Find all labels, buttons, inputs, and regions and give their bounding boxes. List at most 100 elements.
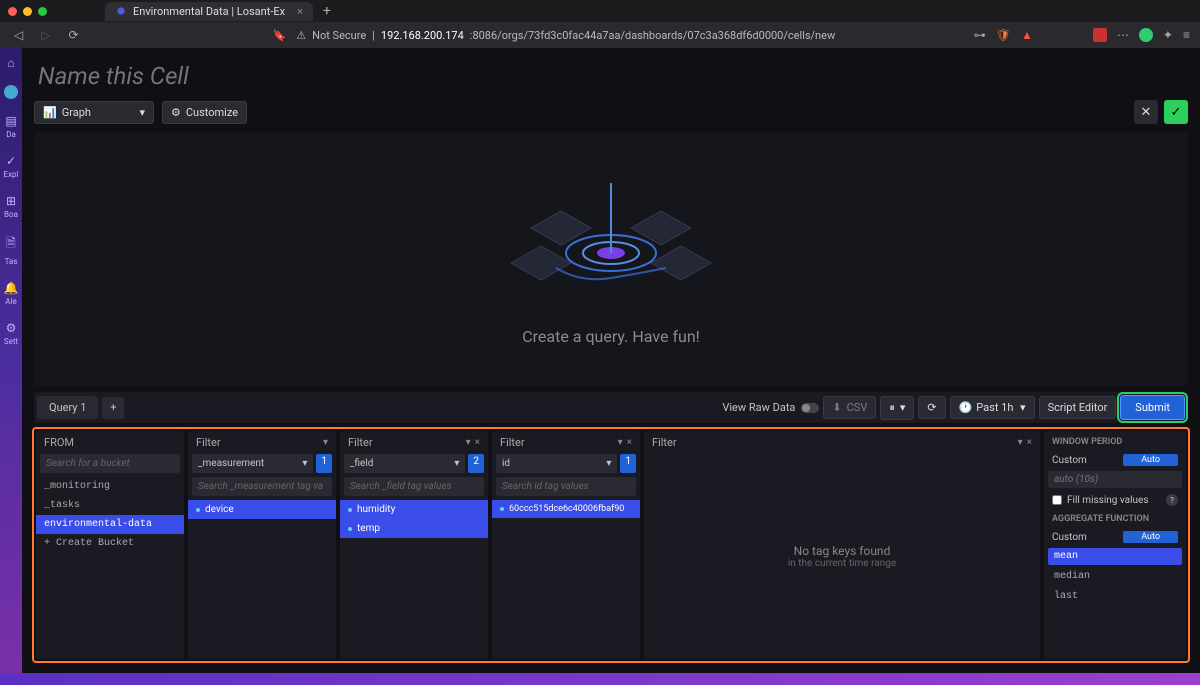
chevron-down-icon[interactable]: ▾ xyxy=(618,437,623,448)
fill-missing-checkbox[interactable]: Fill missing values ? xyxy=(1048,491,1182,509)
custom-label[interactable]: Custom xyxy=(1052,532,1087,543)
filter-search-input[interactable] xyxy=(344,477,484,496)
home-icon: ⌂ xyxy=(7,56,14,70)
bell-icon: 🔔 xyxy=(4,281,19,295)
sidebar-tasks[interactable]: 🗎Tas xyxy=(5,234,18,266)
security-text: Not Secure xyxy=(312,29,366,42)
pause-button[interactable]: ⏸▾ xyxy=(880,396,914,420)
time-range-dropdown[interactable]: 🕐Past 1h ▾ xyxy=(950,396,1035,419)
agg-mean[interactable]: mean xyxy=(1048,548,1182,565)
cell-title-input[interactable] xyxy=(34,56,434,100)
tag-key-selector[interactable]: _field▾ xyxy=(344,454,465,473)
auto-button[interactable]: Auto xyxy=(1123,531,1178,543)
agg-last[interactable]: last xyxy=(1048,588,1182,605)
url-path: :8086/orgs/73fd3c0fac44a7aa/dashboards/0… xyxy=(470,29,835,42)
no-tag-keys-sub: in the current time range xyxy=(788,558,896,569)
ext-dots-icon[interactable]: ⋯ xyxy=(1117,28,1129,42)
refresh-button[interactable]: ⟳ xyxy=(918,396,945,419)
export-csv-button[interactable]: ⬇ CSV xyxy=(823,396,876,419)
maximize-window-icon[interactable] xyxy=(38,7,47,16)
sidebar-alerts[interactable]: 🔔Ale xyxy=(4,281,19,306)
sidebar-explore[interactable]: ✓Expl xyxy=(4,154,19,179)
reload-button[interactable]: ⟳ xyxy=(64,26,82,44)
bucket-search-input[interactable] xyxy=(40,454,180,473)
puzzle-icon[interactable]: ✦ xyxy=(1163,28,1173,42)
forward-button[interactable]: ▷ xyxy=(37,26,54,44)
bucket-item-tasks[interactable]: _tasks xyxy=(36,496,184,515)
bucket-item-environmental[interactable]: environmental-data xyxy=(36,515,184,534)
view-raw-data-toggle[interactable]: View Raw Data xyxy=(722,401,819,414)
browser-tab[interactable]: Environmental Data | Losant-Ex × xyxy=(105,2,313,21)
chevron-down-icon: ▾ xyxy=(1020,401,1026,414)
sidebar-boards[interactable]: ⊞Boa xyxy=(4,194,18,219)
checkbox-icon[interactable] xyxy=(1052,495,1062,505)
sidebar: ⌂ ▤Da ✓Expl ⊞Boa 🗎Tas 🔔Ale ⚙Sett xyxy=(0,48,22,673)
viz-type-dropdown[interactable]: 📊Graph ▾ xyxy=(34,101,154,124)
sidebar-home[interactable]: ⌂ xyxy=(7,56,14,70)
extension-icons: ⊶ 🛡 ▲ ⋯ ✦ ≡ xyxy=(974,28,1190,42)
sidebar-user[interactable] xyxy=(4,85,18,99)
sidebar-data[interactable]: ▤Da xyxy=(5,114,16,139)
ext-green-icon[interactable] xyxy=(1139,28,1153,42)
url-bar[interactable]: ⚠ Not Secure | 192.168.200.174 :8086/org… xyxy=(296,29,964,42)
filter-column-empty: Filter ▾× No tag keys found in the curre… xyxy=(644,431,1040,659)
filter-header: Filter ▾× xyxy=(492,431,640,454)
graph-icon: 📊 xyxy=(43,106,57,119)
customize-button[interactable]: ⚙ Customize xyxy=(162,101,247,124)
security-warning-icon: ⚠ xyxy=(296,29,306,42)
menu-icon[interactable]: ≡ xyxy=(1183,28,1190,42)
script-editor-button[interactable]: Script Editor xyxy=(1039,396,1117,419)
filter-search-input[interactable] xyxy=(192,477,332,496)
ext-red-icon[interactable] xyxy=(1093,28,1107,42)
no-tag-keys-text: No tag keys found xyxy=(794,544,891,558)
tag-value-device[interactable]: device xyxy=(188,500,336,519)
create-bucket-button[interactable]: + Create Bucket xyxy=(36,534,184,553)
query-tab[interactable]: Query 1 xyxy=(37,396,98,419)
cancel-button[interactable]: ✕ xyxy=(1134,100,1158,124)
filter-search-input[interactable] xyxy=(496,477,636,496)
main-panel: 📊Graph ▾ ⚙ Customize ✕ ✓ xyxy=(22,48,1200,673)
close-icon[interactable]: × xyxy=(475,437,480,448)
close-icon[interactable]: × xyxy=(627,437,632,448)
chevron-down-icon[interactable]: ▾ xyxy=(323,437,328,448)
sidebar-settings[interactable]: ⚙Sett xyxy=(4,321,18,346)
submit-button[interactable]: Submit xyxy=(1120,395,1185,420)
download-icon: ⬇ xyxy=(832,401,841,414)
bookmark-icon[interactable]: 🔖 xyxy=(273,29,287,42)
chevron-down-icon[interactable]: ▾ xyxy=(466,437,471,448)
viz-placeholder-text: Create a query. Have fun! xyxy=(522,327,700,346)
close-tab-icon[interactable]: × xyxy=(297,5,303,18)
check-icon: ✓ xyxy=(1171,105,1182,120)
shield-icon[interactable]: 🛡 xyxy=(996,28,1011,42)
back-button[interactable]: ◁ xyxy=(10,26,27,44)
close-icon[interactable]: × xyxy=(1027,437,1032,448)
tag-value-humidity[interactable]: humidity xyxy=(340,500,488,519)
minimize-window-icon[interactable] xyxy=(23,7,32,16)
dot-icon xyxy=(196,508,200,512)
tag-key-selector[interactable]: id▾ xyxy=(496,454,617,473)
key-icon[interactable]: ⊶ xyxy=(974,28,986,42)
new-tab-button[interactable]: + xyxy=(323,3,331,19)
help-icon[interactable]: ? xyxy=(1166,494,1178,506)
tag-value-id[interactable]: 60ccc515dce6c40006fbaf90 xyxy=(492,500,640,518)
window-period-header: WINDOW PERIOD xyxy=(1048,435,1182,449)
bucket-item-monitoring[interactable]: _monitoring xyxy=(36,477,184,496)
from-column: FROM _monitoring _tasks environmental-da… xyxy=(36,431,184,659)
brave-icon[interactable]: ▲ xyxy=(1021,28,1033,42)
period-input[interactable] xyxy=(1048,471,1182,488)
gear-icon: ⚙ xyxy=(171,106,181,119)
agg-median[interactable]: median xyxy=(1048,568,1182,585)
filter-header: Filter ▾× xyxy=(340,431,488,454)
auto-button[interactable]: Auto xyxy=(1123,454,1178,466)
tag-key-selector[interactable]: _measurement▾ xyxy=(192,454,313,473)
filter-column-measurement: Filter ▾ _measurement▾ 1 device xyxy=(188,431,336,659)
chevron-down-icon[interactable]: ▾ xyxy=(1018,437,1023,448)
url-host: 192.168.200.174 xyxy=(381,29,464,42)
custom-label[interactable]: Custom xyxy=(1052,455,1087,466)
close-window-icon[interactable] xyxy=(8,7,17,16)
add-query-button[interactable]: + xyxy=(102,397,124,419)
data-icon: ▤ xyxy=(5,114,16,128)
filter-count-badge: 1 xyxy=(316,454,332,473)
tag-value-temp[interactable]: temp xyxy=(340,519,488,538)
confirm-button[interactable]: ✓ xyxy=(1164,100,1188,124)
